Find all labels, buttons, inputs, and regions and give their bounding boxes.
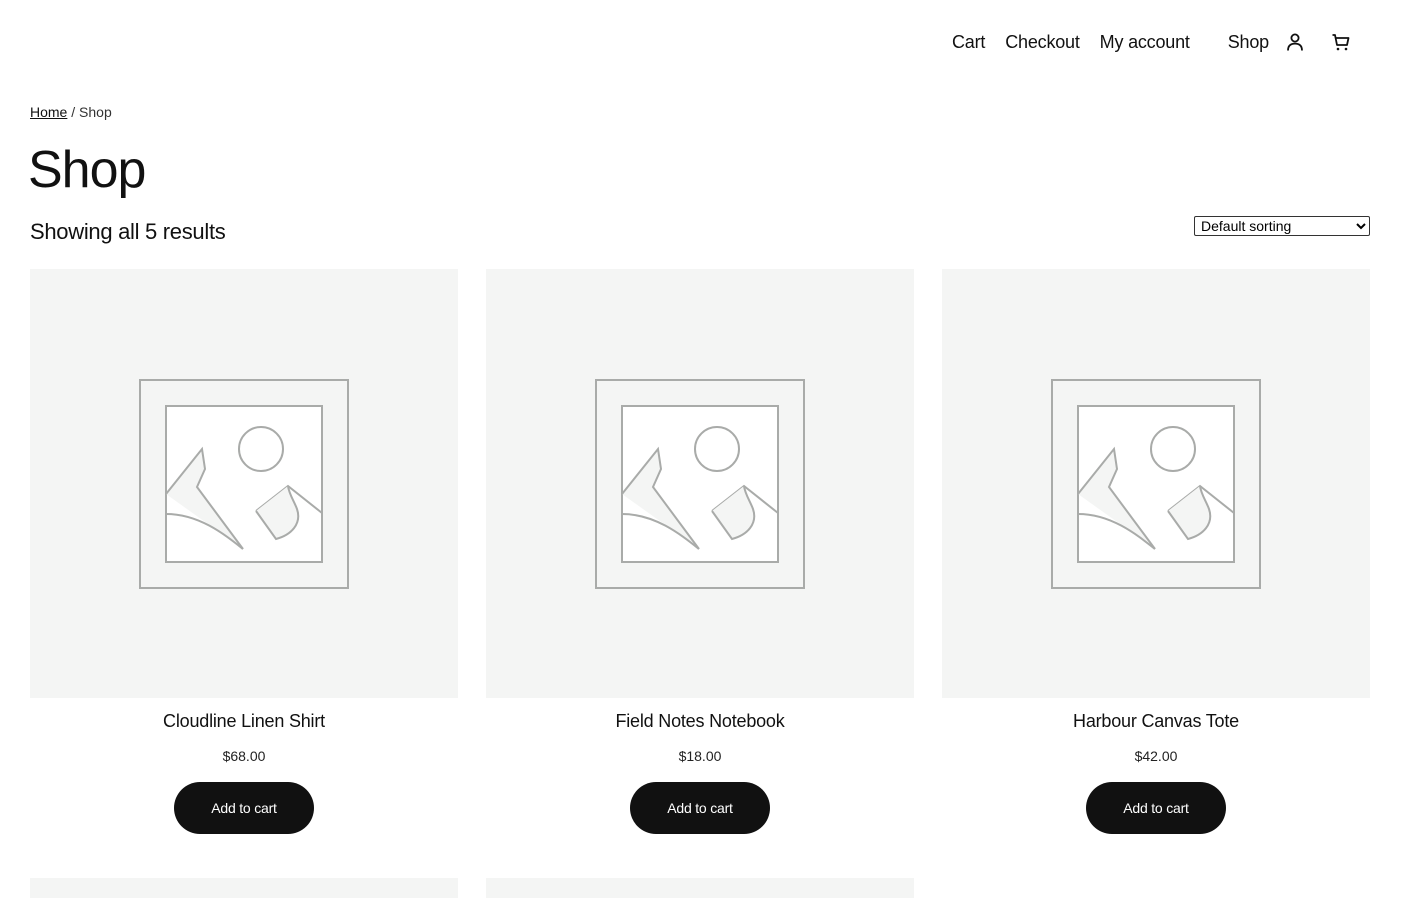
breadcrumb: Home / Shop	[30, 104, 112, 120]
main-nav: Cart Checkout My account Shop	[952, 30, 1353, 54]
image-placeholder-icon	[139, 378, 349, 589]
add-to-cart-button[interactable]: Add to cart	[1086, 782, 1226, 834]
product-card-partial	[30, 878, 458, 898]
product-card-partial	[486, 878, 914, 898]
product-title[interactable]: Cloudline Linen Shirt	[30, 711, 458, 732]
product-title[interactable]: Field Notes Notebook	[486, 711, 914, 732]
nav-cart-link[interactable]: Cart	[952, 32, 985, 53]
breadcrumb-separator: /	[67, 104, 80, 120]
nav-checkout-link[interactable]: Checkout	[1005, 32, 1080, 53]
product-price: $42.00	[1134, 748, 1178, 764]
nav-my-account-link[interactable]: My account	[1100, 32, 1190, 53]
result-count: Showing all 5 results	[30, 219, 226, 244]
page-title: Shop	[28, 141, 146, 199]
product-image-placeholder[interactable]	[486, 269, 914, 698]
add-to-cart-button[interactable]: Add to cart	[174, 782, 314, 834]
product-image-placeholder[interactable]	[30, 878, 458, 898]
product-image-placeholder[interactable]	[942, 269, 1370, 698]
nav-shop-link[interactable]: Shop	[1228, 32, 1269, 53]
account-icon[interactable]	[1283, 30, 1307, 54]
image-placeholder-icon	[595, 378, 805, 589]
site-header: Cart Checkout My account Shop	[0, 0, 1420, 86]
product-card: Field Notes Notebook $18.00 Add to cart	[486, 269, 914, 834]
product-price: $18.00	[678, 748, 722, 764]
product-price: $68.00	[222, 748, 266, 764]
product-card: Cloudline Linen Shirt $68.00 Add to cart	[30, 269, 458, 834]
breadcrumb-home-link[interactable]: Home	[30, 104, 67, 120]
add-to-cart-button[interactable]: Add to cart	[630, 782, 770, 834]
sort-select[interactable]: Default sorting	[1194, 216, 1370, 236]
breadcrumb-current: Shop	[79, 104, 112, 120]
product-title[interactable]: Harbour Canvas Tote	[942, 711, 1370, 732]
product-image-placeholder[interactable]	[30, 269, 458, 698]
product-image-placeholder[interactable]	[486, 878, 914, 898]
cart-icon[interactable]	[1329, 30, 1353, 54]
product-card: Harbour Canvas Tote $42.00 Add to cart	[942, 269, 1370, 834]
image-placeholder-icon	[1051, 378, 1261, 589]
